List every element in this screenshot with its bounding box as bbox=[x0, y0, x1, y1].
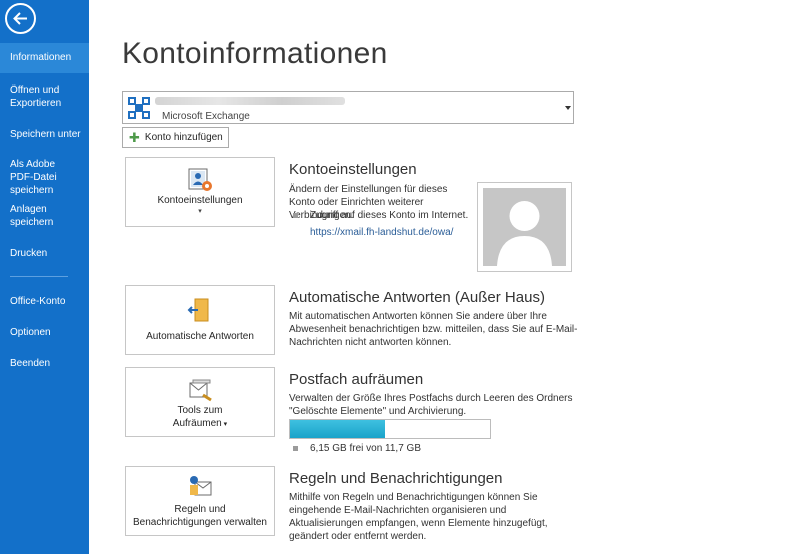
rules-tile-label-1: Regeln und bbox=[174, 504, 226, 515]
page-title: Kontoinformationen bbox=[122, 37, 388, 70]
nav-adobe-pdf[interactable]: Als Adobe PDF-Datei speichern bbox=[0, 158, 80, 197]
mailbox-usage-bar bbox=[289, 419, 491, 439]
account-settings-icon bbox=[188, 168, 212, 191]
dropdown-arrow-icon: ▾ bbox=[221, 421, 228, 428]
bullet-icon bbox=[293, 446, 298, 451]
mailbox-storage-text: 6,15 GB frei von 11,7 GB bbox=[310, 443, 421, 454]
account-email-redacted bbox=[155, 97, 345, 105]
add-account-button[interactable]: ✚ Konto hinzufügen bbox=[122, 127, 229, 148]
account-settings-title: Kontoeinstellungen bbox=[289, 161, 417, 178]
plus-icon: ✚ bbox=[129, 129, 140, 145]
cleanup-tile-label-1: Tools zum bbox=[177, 405, 223, 416]
nav-oeffnen-exportieren[interactable]: Öffnen und Exportieren bbox=[0, 84, 70, 110]
rules-title: Regeln und Benachrichtigungen bbox=[289, 470, 503, 487]
cleanup-tile-label-2: Aufräumen bbox=[172, 418, 222, 429]
web-access-text: Zugriff auf dieses Konto im Internet. bbox=[310, 210, 469, 221]
backstage-sidebar: Informationen Öffnen und Exportieren Spe… bbox=[0, 0, 89, 554]
mailbox-usage-fill bbox=[290, 420, 385, 438]
rules-icon bbox=[190, 476, 212, 496]
dropdown-arrow-icon: ▾ bbox=[198, 208, 202, 215]
rules-tile[interactable]: Regeln und Benachrichtigungen verwalten bbox=[125, 466, 275, 536]
profile-picture[interactable] bbox=[477, 182, 572, 272]
user-avatar-icon bbox=[497, 201, 552, 266]
nav-separator bbox=[10, 276, 68, 277]
bullet-icon bbox=[293, 213, 298, 218]
auto-reply-title: Automatische Antworten (Außer Haus) bbox=[289, 289, 545, 306]
cleanup-tools-icon bbox=[189, 379, 212, 402]
owa-link[interactable]: https://xmail.fh-landshut.de/owa/ bbox=[310, 227, 453, 238]
nav-office-konto[interactable]: Office-Konto bbox=[0, 295, 89, 308]
mailbox-cleanup-title: Postfach aufräumen bbox=[289, 371, 424, 388]
nav-informationen[interactable]: Informationen bbox=[0, 43, 89, 73]
back-arrow-icon bbox=[13, 12, 27, 25]
add-account-label: Konto hinzufügen bbox=[144, 132, 223, 143]
exchange-logo-icon bbox=[128, 97, 150, 119]
rules-desc: Mithilfe von Regeln und Benachrichtigung… bbox=[289, 492, 548, 542]
auto-reply-desc: Mit automatischen Antworten können Sie a… bbox=[289, 311, 578, 348]
rules-tile-label-2: Benachrichtigungen verwalten bbox=[133, 517, 267, 528]
auto-reply-tile-label: Automatische Antworten bbox=[146, 331, 254, 342]
nav-optionen[interactable]: Optionen bbox=[0, 326, 89, 339]
cleanup-tools-tile[interactable]: Tools zum Aufräumen ▾ bbox=[125, 367, 275, 437]
nav-drucken[interactable]: Drucken bbox=[0, 247, 89, 260]
chevron-down-icon bbox=[565, 106, 571, 110]
account-type: Microsoft Exchange bbox=[162, 111, 250, 122]
auto-reply-icon bbox=[187, 298, 209, 322]
nav-beenden[interactable]: Beenden bbox=[0, 357, 89, 370]
nav-speichern-unter[interactable]: Speichern unter bbox=[0, 128, 89, 141]
nav-anlagen-speichern[interactable]: Anlagen speichern bbox=[0, 203, 60, 229]
account-settings-tile[interactable]: Kontoeinstellungen ▾ bbox=[125, 157, 275, 227]
account-dropdown[interactable]: Microsoft Exchange bbox=[122, 91, 574, 124]
mailbox-cleanup-desc: Verwalten der Größe Ihres Postfachs durc… bbox=[289, 393, 573, 417]
account-settings-tile-label: Kontoeinstellungen bbox=[157, 195, 243, 206]
back-button[interactable] bbox=[5, 3, 36, 34]
auto-reply-tile[interactable]: Automatische Antworten bbox=[125, 285, 275, 355]
